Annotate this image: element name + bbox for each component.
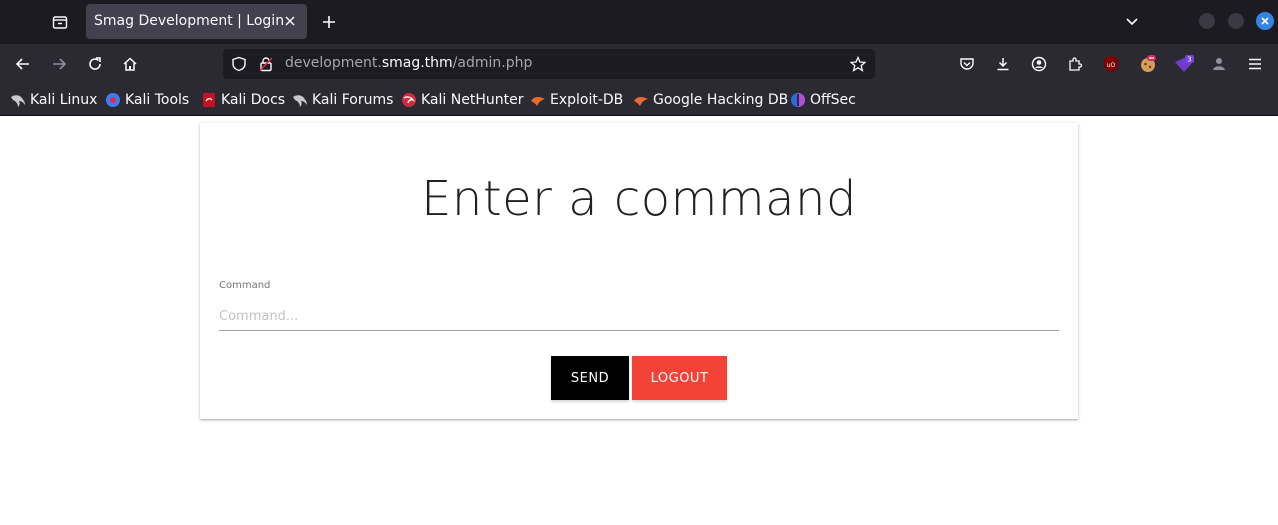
insecure-lock-icon[interactable] [257, 55, 275, 73]
menu-icon[interactable] [1243, 52, 1267, 76]
close-window-button[interactable] [1256, 12, 1274, 30]
exploit-db-icon [530, 92, 546, 108]
bookmark-google-hacking-db[interactable]: Google Hacking DB [633, 91, 788, 109]
url-text: development.smag.thm/admin.php [285, 55, 532, 71]
reload-icon[interactable] [83, 52, 107, 76]
extension-badge: 3 [1187, 56, 1191, 64]
logout-button[interactable]: LOGOUT [632, 356, 727, 400]
command-card: Enter a command Command SEND LOGOUT [200, 123, 1078, 419]
pocket-icon[interactable] [955, 52, 979, 76]
url-bar[interactable]: development.smag.thm/admin.php [223, 49, 875, 79]
bookmark-offsec[interactable]: OffSec [790, 91, 856, 109]
svg-text:uO: uO [1107, 62, 1116, 69]
navigation-bar: development.smag.thm/admin.php uO 3 [0, 44, 1278, 84]
home-icon[interactable] [118, 52, 142, 76]
foxyproxy-icon[interactable]: 3 [1172, 52, 1196, 76]
extensions-icon[interactable] [1063, 52, 1087, 76]
command-label: Command [219, 280, 271, 291]
url-prefix: development. [285, 55, 382, 71]
minimize-button[interactable] [1199, 13, 1215, 29]
kali-docs-icon [201, 92, 217, 108]
browser-tab[interactable]: Smag Development | Login [86, 4, 307, 39]
incognito-extension-icon[interactable] [1207, 52, 1231, 76]
bookmark-star-icon[interactable] [849, 55, 867, 73]
back-icon[interactable] [11, 52, 35, 76]
bookmark-label: Kali Forums [312, 92, 394, 108]
shield-icon[interactable] [230, 55, 248, 73]
bookmark-label: Kali Docs [221, 92, 286, 108]
bookmark-kali-docs[interactable]: Kali Docs [201, 91, 285, 109]
kali-dragon-icon [292, 92, 308, 108]
nethunter-icon [401, 92, 417, 108]
forward-icon[interactable] [47, 52, 71, 76]
bookmark-label: Kali Linux [30, 92, 98, 108]
command-input[interactable] [219, 303, 1059, 331]
bookmark-label: Google Hacking DB [653, 92, 789, 108]
kali-tools-icon [105, 92, 121, 108]
page-title: Enter a command [421, 171, 857, 227]
bookmark-label: OffSec [810, 92, 856, 108]
bookmark-kali-linux[interactable]: Kali Linux [10, 91, 97, 109]
bookmark-label: Kali NetHunter [421, 92, 524, 108]
maximize-button[interactable] [1228, 13, 1244, 29]
bookmark-kali-tools[interactable]: Kali Tools [105, 91, 189, 109]
bookmark-label: Kali Tools [125, 92, 190, 108]
new-tab-icon[interactable] [316, 9, 342, 35]
ublock-origin-icon[interactable]: uO [1099, 52, 1123, 76]
bookmark-label: Exploit-DB [550, 92, 624, 108]
url-host: smag.thm [381, 55, 453, 71]
bookmarks-toolbar: Kali Linux Kali Tools Kali Docs Kali For… [0, 84, 1278, 116]
account-icon[interactable] [1027, 52, 1051, 76]
url-path: /admin.php [452, 55, 533, 71]
bookmark-kali-forums[interactable]: Kali Forums [292, 91, 393, 109]
tab-list-icon[interactable] [46, 8, 74, 36]
downloads-icon[interactable] [991, 52, 1015, 76]
tab-strip: Smag Development | Login [0, 0, 1278, 44]
chevron-down-icon[interactable] [1121, 10, 1143, 32]
bookmark-kali-nethunter[interactable]: Kali NetHunter [401, 91, 523, 109]
send-button[interactable]: SEND [551, 356, 629, 400]
exploit-db-icon [633, 92, 649, 108]
bookmark-exploit-db[interactable]: Exploit-DB [530, 91, 623, 109]
kali-dragon-icon [10, 92, 26, 108]
offsec-icon [790, 92, 806, 108]
cookie-extension-icon[interactable] [1136, 52, 1160, 76]
tab-close-icon[interactable] [281, 12, 299, 30]
tab-title: Smag Development | Login [94, 13, 285, 29]
